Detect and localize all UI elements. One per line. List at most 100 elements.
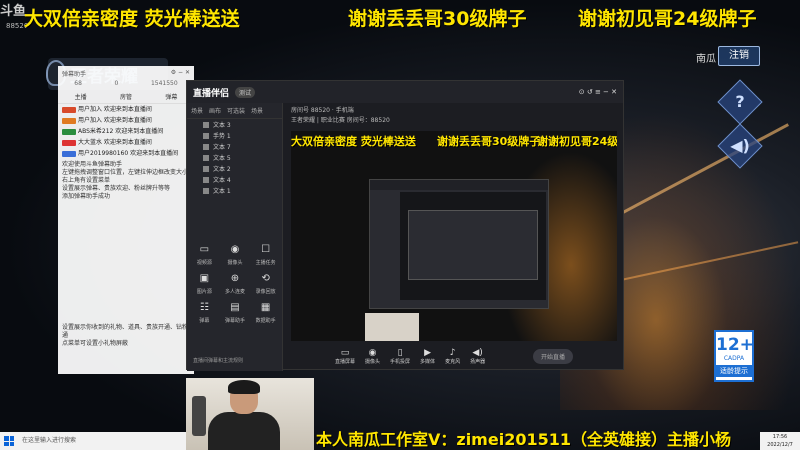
taskbar-search[interactable]: 在这里输入进行搜索 [22, 435, 142, 447]
scene-tabs: 场景 画布 可选装 场景 [187, 103, 282, 119]
toolbar-item[interactable]: ♪ 麦克风 [445, 348, 460, 365]
tool-item[interactable]: ☐ 主播任务 [250, 243, 281, 266]
level-badge [62, 128, 76, 135]
scene-item[interactable]: 文本 4 [187, 174, 282, 185]
scene-icon [203, 143, 209, 150]
room-info-line: 王者荣耀 | 职业比赛 房间号：88520 [291, 117, 390, 124]
chat-message: 用户2019980160 欢迎来到本直播间 [58, 148, 194, 159]
chat-tab[interactable]: 弹幕 [165, 92, 177, 103]
level-badge [62, 117, 76, 124]
streamer-hair [228, 380, 260, 394]
tool-item[interactable]: ⊕ 多人连麦 [220, 272, 251, 295]
chat-message: 大大蓝水 欢迎来到本直播间 [58, 137, 194, 148]
tool-grid: ▭ 视频源 ◉ 摄像头 ☐ 主播任务 ▣ 图片源 ⊕ 多人连麦 ⟲ 录像回放 ☷ 弹幕 ▤ 弹幕助手 ▦ 数据助手 [189, 243, 281, 324]
toolbar-label: 手机投屏 [390, 358, 411, 365]
scene-tab[interactable]: 场景 [191, 106, 203, 115]
tool-label: 录像回放 [255, 289, 276, 295]
chat-message-text: 用户加入 欢迎来到本直播间 [78, 106, 152, 113]
toolbar-item[interactable]: ▶ 多媒体 [420, 348, 435, 365]
chat-tab[interactable]: 房管 [120, 92, 132, 103]
scene-tab[interactable]: 可选装 [227, 106, 245, 115]
tool-icon: ▣ [199, 273, 210, 284]
preview-webcam [365, 313, 419, 341]
chat-note: 设置展示你收到的礼物、道具、贵族开通、钻粉开通 [62, 324, 195, 339]
chat-notes: 欢迎使用斗鱼弹幕助手 左键拖拽调整窗口位置，左键拉伸边框改变大小 右上角有设置菜单设… [58, 159, 194, 203]
scene-tab[interactable]: 场景 [251, 106, 263, 115]
level-badge [62, 139, 76, 146]
stat-value: 0 [114, 80, 119, 87]
chat-header: 弹幕助手 ⚙ − ✕ [58, 66, 194, 80]
tool-item[interactable]: ⟲ 录像回放 [250, 272, 281, 295]
overlay-bottom-text: 本人南瓜工作室V：zimei201511（全英雄接）主播小杨 [316, 430, 731, 449]
chat-note: 欢迎使用斗鱼弹幕助手 [62, 161, 123, 168]
streaming-app-window: 直播伴侣 测试 ⊙ ↺ ≡ − ✕ 场景 画布 可选装 场景 文本 3 手势 1文… [186, 80, 624, 371]
bottom-toolbar: ▭ 直播屏幕 ◉ 摄像头 ▯ 手机投屏 ▶ 多媒体 ♪ 麦克风 ◀) 扬声器 开始直播 [285, 341, 623, 371]
app-brand: 直播伴侣 [193, 88, 230, 99]
microphone [192, 396, 206, 436]
toolbar-item[interactable]: ◉ 摄像头 [365, 348, 380, 365]
toolbar-label: 直播屏幕 [335, 358, 356, 365]
tool-icon: ⊕ [230, 273, 240, 284]
overlay-thanks-2: 谢谢初见哥24级牌子 [578, 8, 757, 30]
stream-screen: { "overlay": { "top_left_text": "大双倍亲密度 … [0, 0, 800, 450]
scene-icon [203, 187, 209, 194]
scene-item[interactable]: 手势 1 [187, 130, 282, 141]
clock-time: 17:56 [772, 434, 788, 440]
toolbar-label: 麦克风 [445, 358, 461, 365]
overlay-promo-text: 大双倍亲密度 荧光棒送送 [24, 8, 240, 30]
toolbar-icon: ◀) [472, 347, 483, 358]
scene-item[interactable]: 文本 5 [187, 152, 282, 163]
scene-item[interactable]: 文本 1 [187, 185, 282, 196]
preview-overlay-text: 谢谢丢丢哥30级牌子 [437, 135, 541, 148]
level-badge [62, 106, 76, 113]
chat-message-text: 用户2019980160 欢迎来到本直播间 [78, 150, 179, 157]
nested-preview-inner [408, 210, 538, 280]
windows-start-icon[interactable] [4, 436, 14, 446]
scene-item[interactable]: 文本 2 [187, 163, 282, 174]
tool-item[interactable]: ▦ 数据助手 [250, 301, 281, 324]
toolbar-item[interactable]: ▯ 手机投屏 [390, 348, 410, 365]
stream-preview: 大双倍亲密度 荧光棒送送 谢谢丢丢哥30级牌子 谢谢初见哥24级牌子 [291, 131, 617, 341]
tool-icon: ⟲ [261, 273, 270, 284]
toolbar-icon: ♪ [449, 347, 456, 358]
tool-item[interactable]: ☷ 弹幕 [189, 301, 220, 324]
scene-label: 文本 5 [213, 155, 231, 162]
chat-stats: 68 0 1541550 [58, 80, 194, 92]
chat-tab[interactable]: 主播 [75, 92, 87, 103]
scene-item[interactable]: 文本 3 [187, 119, 282, 130]
tool-icon: ▦ [260, 302, 271, 313]
chat-message: 用户加入 欢迎来到本直播间 [58, 115, 194, 126]
toolbar-item[interactable]: ◀) 扬声器 [470, 348, 485, 365]
tool-item[interactable]: ◉ 摄像头 [220, 243, 251, 266]
tool-item[interactable]: ▭ 视频源 [189, 243, 220, 266]
chat-message-text: ABS米希212 欢迎来到本直播间 [78, 128, 164, 135]
scene-icon [203, 132, 209, 139]
chat-notes-2: 设置展示你收到的礼物、道具、贵族开通、钻粉开通 点菜单可设置小礼物屏蔽 [62, 324, 194, 348]
scene-icon [203, 121, 209, 128]
tool-item[interactable]: ▣ 图片源 [189, 272, 220, 295]
start-live-button[interactable]: 开始直播 [532, 348, 573, 364]
speaker-icon: ◀) [730, 136, 750, 155]
scene-tab[interactable]: 画布 [209, 106, 221, 115]
scene-label: 文本 2 [213, 166, 231, 173]
toolbar-item[interactable]: ▭ 直播屏幕 [335, 348, 355, 365]
webcam-feed [186, 378, 314, 450]
scene-icon [203, 165, 209, 172]
tool-item[interactable]: ▤ 弹幕助手 [220, 301, 251, 324]
logout-button[interactable]: 注销 [718, 46, 760, 66]
username: 南瓜 [696, 54, 716, 65]
toolbar-icon: ▭ [340, 347, 350, 358]
tool-icon: ▤ [230, 302, 240, 313]
scene-item[interactable]: 文本 7 [187, 141, 282, 152]
tool-label: 图片源 [196, 289, 212, 295]
chat-window-controls[interactable]: ⚙ − ✕ [171, 69, 190, 77]
window-controls[interactable]: ⊙ ↺ ≡ − ✕ [579, 88, 617, 96]
chat-message: 用户加入 欢迎来到本直播间 [58, 104, 194, 115]
toolbar-icon: ▶ [424, 347, 432, 358]
chat-title: 弹幕助手 [62, 71, 87, 78]
tool-label: 多人连麦 [224, 289, 245, 295]
toolbar-label: 多媒体 [420, 358, 436, 365]
chat-message-text: 大大蓝水 欢迎来到本直播间 [78, 139, 152, 146]
scene-label: 手势 1 [213, 133, 231, 140]
overlay-thanks-1: 谢谢丢丢哥30级牌子 [348, 8, 527, 30]
